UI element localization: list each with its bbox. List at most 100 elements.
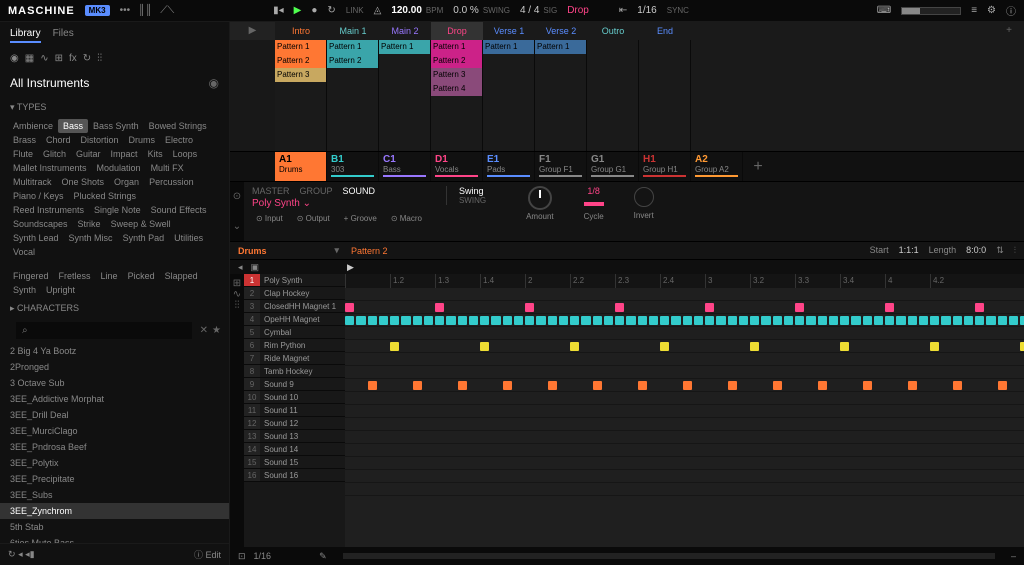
settings-seq-icon[interactable]: ⫶ <box>1014 245 1016 256</box>
ruler-tick[interactable]: 2.4 <box>660 274 705 288</box>
pattern-cell[interactable] <box>587 82 638 96</box>
note[interactable] <box>840 316 849 325</box>
pattern-cell[interactable] <box>639 82 690 96</box>
track-header[interactable]: 14Sound 14 <box>244 443 345 456</box>
note[interactable] <box>953 316 962 325</box>
ruler-tick[interactable]: 3.3 <box>795 274 840 288</box>
result-item[interactable]: 5th Stab <box>0 519 229 535</box>
prehear-icon[interactable]: ↻ <box>8 549 16 559</box>
note[interactable] <box>480 316 489 325</box>
pattern-cell[interactable] <box>327 82 378 96</box>
pattern-cell[interactable]: Pattern 3 <box>275 68 326 82</box>
note[interactable] <box>874 316 883 325</box>
browser-tab-files[interactable]: Files <box>53 28 74 43</box>
note[interactable] <box>941 316 950 325</box>
note[interactable] <box>413 381 422 390</box>
track-header[interactable]: 4OpeHH Magnet <box>244 313 345 326</box>
dropdown-icon[interactable]: ▾ <box>334 245 339 256</box>
pattern-cell[interactable] <box>327 68 378 82</box>
scene[interactable]: Outro <box>587 22 639 40</box>
track-header[interactable]: 5Cymbal <box>244 326 345 339</box>
type-tag[interactable]: Modulation <box>92 161 146 175</box>
chevron-down-icon[interactable]: ⌄ <box>233 221 241 232</box>
timesig-value[interactable]: 4 / 4 <box>520 5 539 16</box>
note[interactable] <box>660 342 669 351</box>
note[interactable] <box>368 316 377 325</box>
oneshot-icon[interactable]: ⫶⫶ <box>97 53 102 64</box>
sampler-icon[interactable]: ⊞ <box>233 278 241 289</box>
note[interactable] <box>480 342 489 351</box>
note[interactable] <box>671 316 680 325</box>
ruler-tick[interactable]: 4.2 <box>930 274 975 288</box>
type-tag[interactable]: Distortion <box>76 133 124 147</box>
grid-row[interactable] <box>345 379 1024 392</box>
pattern-cell[interactable]: Pattern 1 <box>379 40 430 54</box>
note[interactable] <box>705 303 714 312</box>
loop-br-icon[interactable]: ↻ <box>83 53 91 64</box>
note[interactable] <box>469 316 478 325</box>
scene[interactable]: Main 1 <box>327 22 379 40</box>
note[interactable] <box>998 381 1007 390</box>
track-header[interactable]: 8Tamb Hockey <box>244 365 345 378</box>
ruler-tick[interactable] <box>345 274 390 288</box>
note[interactable] <box>649 316 658 325</box>
info-icon[interactable]: ⓘ <box>194 550 203 560</box>
tempo-value[interactable]: 120.00 <box>391 5 422 16</box>
cycle-value[interactable]: 1/8 <box>584 186 604 196</box>
ruler-tick[interactable]: 4 <box>885 274 930 288</box>
ruler-tick[interactable]: 1.2 <box>390 274 435 288</box>
pattern-cell[interactable] <box>639 68 690 82</box>
type-tag[interactable]: Synth Misc <box>64 231 118 245</box>
track-header[interactable]: 11Sound 11 <box>244 404 345 417</box>
track-header[interactable]: 9Sound 9 <box>244 378 345 391</box>
zoom-out-icon[interactable]: – <box>1011 551 1016 561</box>
type-tag[interactable]: Sound Effects <box>146 203 212 217</box>
result-item[interactable]: 3EE_Pndrosa Beef <box>0 439 229 455</box>
pattern-cell[interactable] <box>639 40 690 54</box>
pattern-cell[interactable] <box>379 54 430 68</box>
param-groove[interactable]: + Groove <box>340 213 381 224</box>
grid-icon[interactable]: ▦ <box>25 53 34 64</box>
group[interactable]: A2Group A2 <box>691 152 743 181</box>
note[interactable] <box>953 381 962 390</box>
note[interactable] <box>458 316 467 325</box>
grid-row[interactable] <box>345 314 1024 327</box>
note[interactable] <box>739 316 748 325</box>
grid-row[interactable] <box>345 366 1024 379</box>
scene[interactable]: Intro <box>275 22 327 40</box>
note[interactable] <box>424 316 433 325</box>
group[interactable]: E1Pads <box>483 152 535 181</box>
note[interactable] <box>728 381 737 390</box>
pattern-cell[interactable] <box>275 82 326 96</box>
type-tag[interactable]: Sweep & Swell <box>106 217 176 231</box>
track-header[interactable]: 16Sound 16 <box>244 469 345 482</box>
settings-icon[interactable]: ≡ <box>971 5 977 16</box>
pattern-cell[interactable]: Pattern 2 <box>431 54 482 68</box>
scene-header-corner[interactable]: ▶ <box>230 22 275 40</box>
control-tab-sound[interactable]: SOUND <box>343 186 376 196</box>
type-tag[interactable]: Plucked Strings <box>69 189 142 203</box>
note[interactable] <box>548 381 557 390</box>
param-macro[interactable]: ⊙ Macro <box>387 213 426 224</box>
note[interactable] <box>458 381 467 390</box>
grid-row[interactable] <box>345 288 1024 301</box>
type-tag[interactable]: Glitch <box>38 147 71 161</box>
param-output[interactable]: ⊙ Output <box>293 213 334 224</box>
loop-icon[interactable]: ↻ <box>327 5 335 16</box>
mixer-icon[interactable]: ║║ <box>138 5 152 16</box>
type-tag[interactable]: Reed Instruments <box>8 203 89 217</box>
note[interactable] <box>986 316 995 325</box>
note[interactable] <box>413 316 422 325</box>
metronome-icon[interactable]: ◬ <box>374 5 382 16</box>
track-header[interactable]: 2Clap Hockey <box>244 287 345 300</box>
swing-value[interactable]: 0.0 % <box>453 5 479 16</box>
length-value[interactable]: 8:0:0 <box>966 245 986 256</box>
browser-icon[interactable]: ⟋⟍ <box>160 5 174 16</box>
type-tag[interactable]: Chord <box>41 133 76 147</box>
rewind-icon[interactable]: ▮◂ <box>273 5 284 16</box>
note[interactable] <box>975 303 984 312</box>
track-header[interactable]: 1Poly Synth <box>244 274 345 287</box>
type-tag[interactable]: Drums <box>124 133 161 147</box>
type-tag[interactable]: Multitrack <box>8 175 57 189</box>
horizontal-scrollbar[interactable] <box>343 553 995 559</box>
